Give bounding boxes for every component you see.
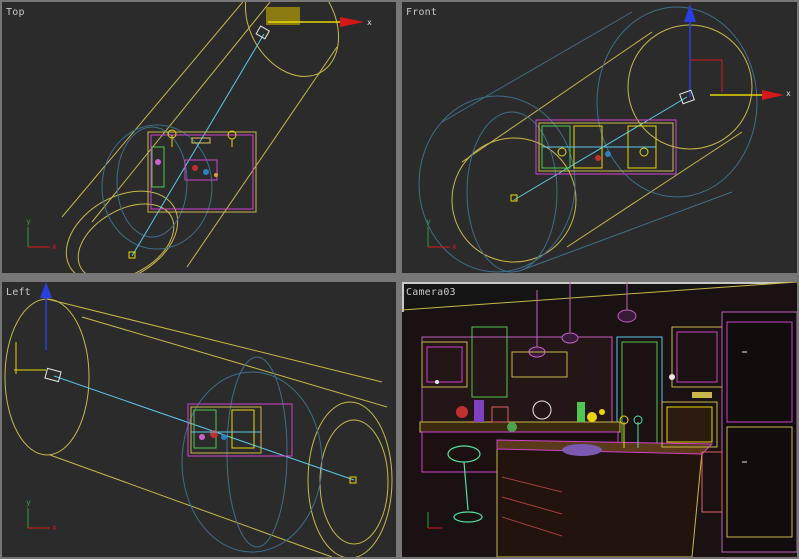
kitchen-plan <box>147 129 257 213</box>
top-corner-axis: y x <box>26 217 57 251</box>
camera-viewport-scene <box>402 282 797 557</box>
left-corner-axis: y x <box>26 498 57 532</box>
left-viewport-scene: y x <box>4 282 393 557</box>
front-viewport-scene: x y x <box>418 4 791 273</box>
svg-text:y: y <box>26 217 31 226</box>
svg-text:x: x <box>52 523 57 532</box>
svg-text:x: x <box>452 242 457 251</box>
svg-text:y: y <box>26 498 31 507</box>
viewport-top[interactable]: Top x y x <box>2 2 396 273</box>
light-sphere <box>181 356 323 553</box>
viewport-label-top[interactable]: Top <box>6 7 25 18</box>
svg-text:x: x <box>52 242 57 251</box>
light-sphere <box>418 6 758 273</box>
target-line <box>53 375 355 481</box>
viewport-label-front[interactable]: Front <box>406 7 437 18</box>
viewport-left[interactable]: Left y x <box>2 282 396 557</box>
target-line <box>513 96 688 201</box>
light-gizmo: x <box>255 7 372 40</box>
front-gizmo-axis-label: x <box>786 89 791 98</box>
viewport-label-camera[interactable]: Camera03 <box>406 287 456 298</box>
svg-text:y: y <box>426 217 431 226</box>
target-line <box>131 33 265 257</box>
top-viewport-scene: x y x <box>26 2 372 273</box>
kitchen-side <box>187 403 293 457</box>
light-gizmo: x <box>679 4 791 105</box>
light-target <box>510 194 518 202</box>
viewport-camera[interactable]: Camera03 <box>402 282 797 557</box>
viewport-front[interactable]: Front x y x <box>402 2 797 273</box>
top-gizmo-axis-label: x <box>367 18 372 27</box>
spotlight-cone <box>4 298 393 557</box>
viewport-label-left[interactable]: Left <box>6 287 31 298</box>
